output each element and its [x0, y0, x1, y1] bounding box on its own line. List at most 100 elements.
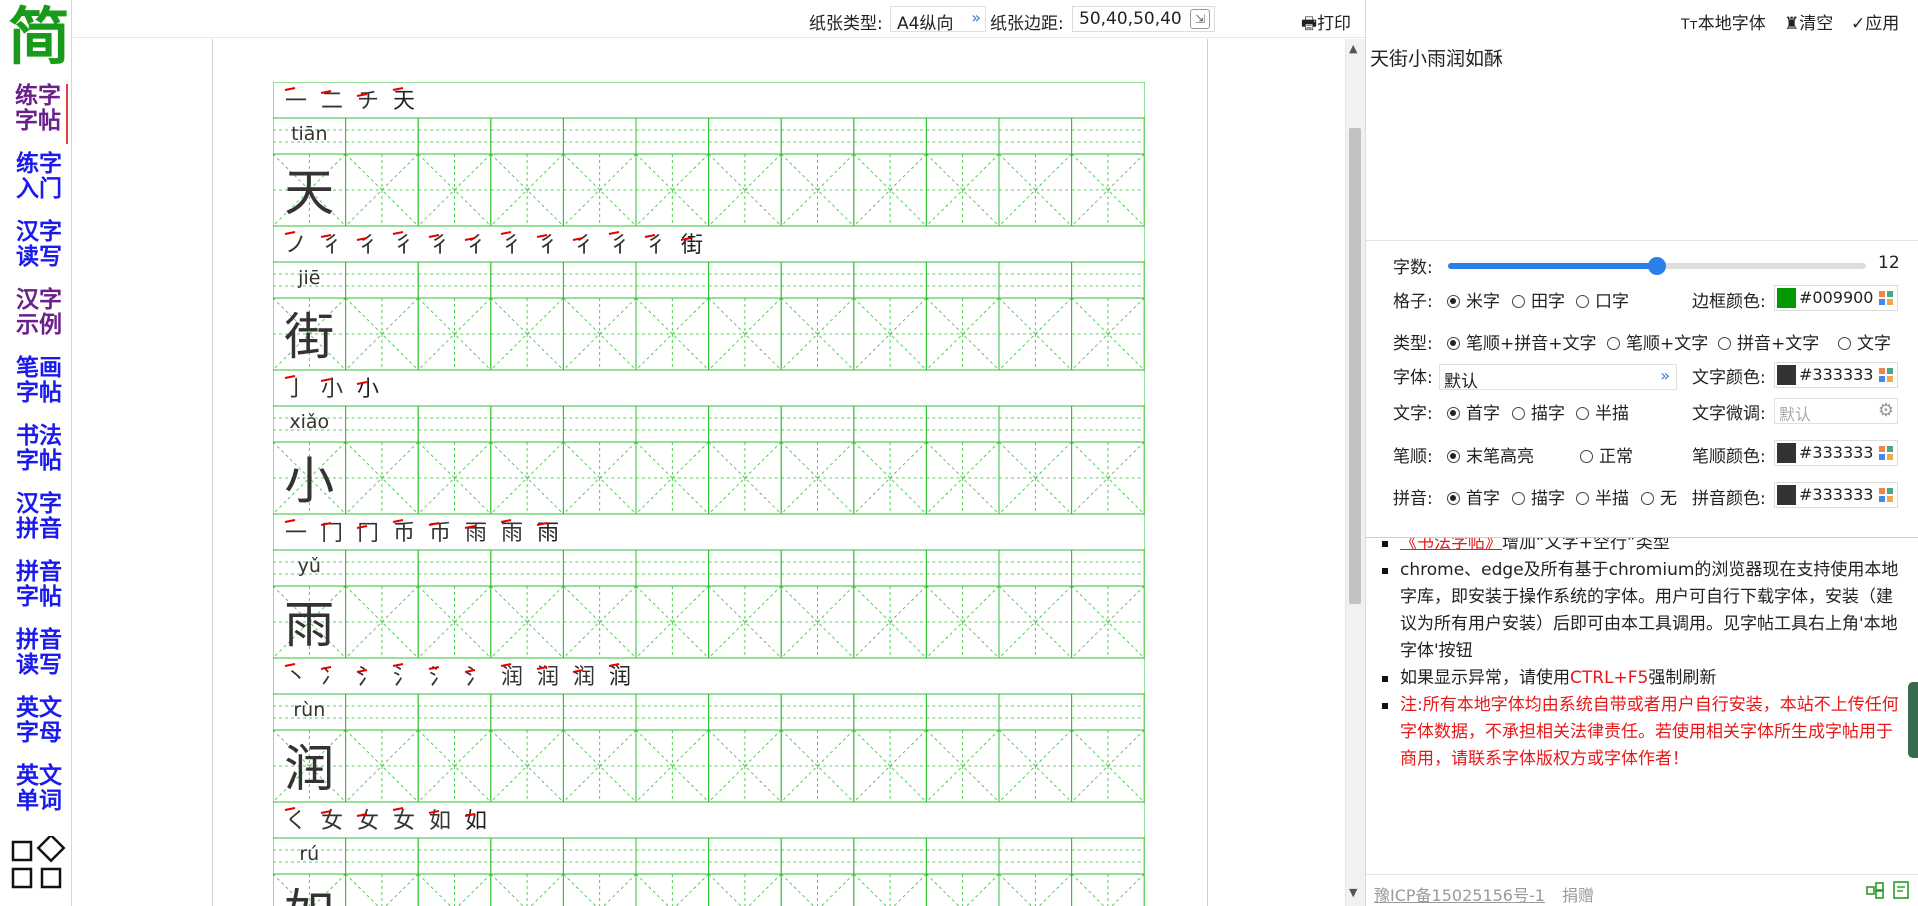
- type-label: 类型:: [1393, 334, 1433, 354]
- pinyin-color-picker[interactable]: #333333: [1774, 482, 1898, 508]
- pinyin-cell: [998, 549, 1073, 587]
- scroll-up-icon[interactable]: ▲: [1349, 42, 1357, 55]
- type-radio-3[interactable]: 拼音+文字: [1718, 329, 1819, 354]
- palette-icon[interactable]: [1878, 487, 1894, 503]
- stroke-color-picker[interactable]: #333333: [1774, 440, 1898, 466]
- pinyin-mode-label: 拼音:: [1393, 489, 1433, 509]
- practice-sheet: 一二チ天tiān天ノ彳彳彳彳彳彳彳彳彳彳街jiē街亅小小xiǎo小一冂冂币币雨雨…: [273, 82, 1145, 906]
- sidebar-item-label: 拼音: [16, 559, 62, 585]
- sidebar-item-label: 字帖: [16, 584, 62, 610]
- grid-radio-2[interactable]: 田字: [1512, 287, 1565, 312]
- scroll-down-icon[interactable]: ▼: [1349, 886, 1357, 899]
- sidebar-item-11[interactable]: 英文 单词: [10, 764, 68, 824]
- stroke-mode-radio-1[interactable]: 末笔高亮: [1447, 442, 1534, 467]
- count-slider-knob[interactable]: [1648, 257, 1666, 275]
- grid-radio-3[interactable]: 口字: [1576, 287, 1629, 312]
- pinyin-cell: [853, 693, 927, 731]
- calligraphy-link[interactable]: 《书法字帖》: [1400, 538, 1502, 553]
- pinyin-cell: [490, 261, 564, 299]
- char-cell: [417, 873, 492, 906]
- sidebar-item-label: 汉字: [16, 287, 62, 313]
- sidebar-item-1[interactable]: 练字 字帖: [10, 84, 68, 144]
- sidebar-item-9[interactable]: 拼音 读写: [10, 628, 68, 688]
- sidebar-item-label: 练字: [15, 83, 61, 109]
- palette-icon[interactable]: [1878, 290, 1894, 306]
- stroke-order-glyph: 一: [285, 521, 307, 546]
- apply-button[interactable]: ✓应用: [1851, 9, 1899, 34]
- layout-icon[interactable]: [1866, 881, 1884, 899]
- side-panel-handle[interactable]: [1908, 682, 1918, 758]
- radio-dot: [1576, 295, 1589, 308]
- grid-diagonal: [417, 873, 452, 906]
- sidebar-item-8[interactable]: 拼音 字帖: [10, 560, 68, 620]
- apps-icon[interactable]: [10, 836, 66, 892]
- scrollbar-thumb[interactable]: [1349, 128, 1361, 604]
- icp-link[interactable]: 豫ICP备15025156号-1: [1374, 882, 1545, 906]
- grid-diagonal: [893, 873, 927, 906]
- sidebar-item-label: 练字: [16, 151, 62, 177]
- palette-icon[interactable]: [1878, 445, 1894, 461]
- stroke-order-glyph: 天: [393, 89, 415, 114]
- palette-icon[interactable]: [1878, 367, 1894, 383]
- stroke-order-glyph: 彳: [609, 233, 631, 258]
- stroke-order-glyph: 小: [357, 377, 379, 402]
- donate-link[interactable]: 捐赠: [1562, 882, 1594, 906]
- pinyin-mode-radio-4[interactable]: 无: [1641, 484, 1677, 509]
- sidebar-item-5[interactable]: 笔画 字帖: [10, 356, 68, 416]
- pinyin-cell: [925, 405, 1000, 443]
- sidebar-item-4[interactable]: 汉字 示例: [10, 288, 68, 348]
- practice-row: く女女女如如rú如: [273, 801, 1145, 906]
- count-slider[interactable]: [1448, 257, 1866, 275]
- text-adjust-input[interactable]: 默认 ⚙: [1774, 398, 1898, 424]
- radio-label: 首字: [1466, 404, 1500, 424]
- pinyin-mode-radio-1[interactable]: 首字: [1447, 484, 1500, 509]
- sidebar-item-6[interactable]: 书法 字帖: [10, 424, 68, 484]
- text-color-picker[interactable]: #333333: [1774, 362, 1898, 388]
- clear-button[interactable]: ♜清空: [1784, 9, 1833, 34]
- radio-label: 正常: [1599, 447, 1633, 467]
- text-color-label: 文字颜色:: [1692, 368, 1766, 388]
- broom-icon: ♜: [1784, 14, 1800, 34]
- site-logo[interactable]: 简: [8, 0, 70, 74]
- stroke-order-glyph: 氵: [465, 665, 487, 690]
- pinyin-mode-radio-2[interactable]: 描字: [1512, 484, 1565, 509]
- paper-type-select[interactable]: A4纵向 »: [890, 6, 986, 34]
- pinyin-cell: [345, 405, 419, 443]
- type-radio-2[interactable]: 笔顺+文字: [1607, 329, 1708, 354]
- radio-dot: [1447, 295, 1460, 308]
- text-mode-radio-2[interactable]: 描字: [1512, 399, 1565, 424]
- font-select[interactable]: 默认 »: [1439, 364, 1677, 392]
- grid-diagonal: [457, 873, 492, 906]
- edit-icon[interactable]: [1893, 881, 1911, 899]
- stroke-mode-radio-2[interactable]: 正常: [1580, 442, 1633, 467]
- grid-radio-1[interactable]: 米字: [1447, 287, 1500, 312]
- sidebar-item-7[interactable]: 汉字 拼音: [10, 492, 68, 552]
- sidebar-item-2[interactable]: 练字 入门: [10, 152, 68, 212]
- text-mode-radio-1[interactable]: 首字: [1447, 399, 1500, 424]
- type-radio-4[interactable]: 文字: [1838, 329, 1891, 354]
- local-font-label: 本地字体: [1697, 14, 1766, 34]
- margin-apply-icon[interactable]: ⇲: [1190, 9, 1210, 29]
- radio-label: 米字: [1466, 292, 1500, 312]
- type-radio-1[interactable]: 笔顺+拼音+文字: [1447, 329, 1597, 354]
- practice-character: 小: [284, 452, 334, 510]
- pinyin-mode-radio-3[interactable]: 半描: [1576, 484, 1629, 509]
- char-cell: [490, 873, 564, 906]
- border-color-label: 边框颜色:: [1692, 292, 1766, 312]
- local-font-button[interactable]: Tт本地字体: [1681, 9, 1766, 34]
- pinyin-cell: [1071, 693, 1145, 731]
- print-button[interactable]: 🖶打印: [1301, 9, 1351, 40]
- text-input[interactable]: 天街小雨润如酥: [1370, 44, 1910, 234]
- radio-label: 笔顺+拼音+文字: [1466, 334, 1597, 354]
- practice-row: ノ彳彳彳彳彳彳彳彳彳彳街jiē街: [273, 225, 1145, 371]
- border-color-picker[interactable]: #009900: [1774, 285, 1898, 311]
- radio-dot: [1512, 492, 1525, 505]
- stroke-order-glyph: 雨: [501, 521, 523, 546]
- sidebar-item-3[interactable]: 汉字 读写: [10, 220, 68, 280]
- practice-character: 润: [284, 740, 334, 798]
- radio-dot: [1576, 407, 1589, 420]
- gear-icon[interactable]: ⚙: [1878, 400, 1894, 421]
- radio-label: 首字: [1466, 489, 1500, 509]
- text-mode-radio-3[interactable]: 半描: [1576, 399, 1629, 424]
- sidebar-item-10[interactable]: 英文 字母: [10, 696, 68, 756]
